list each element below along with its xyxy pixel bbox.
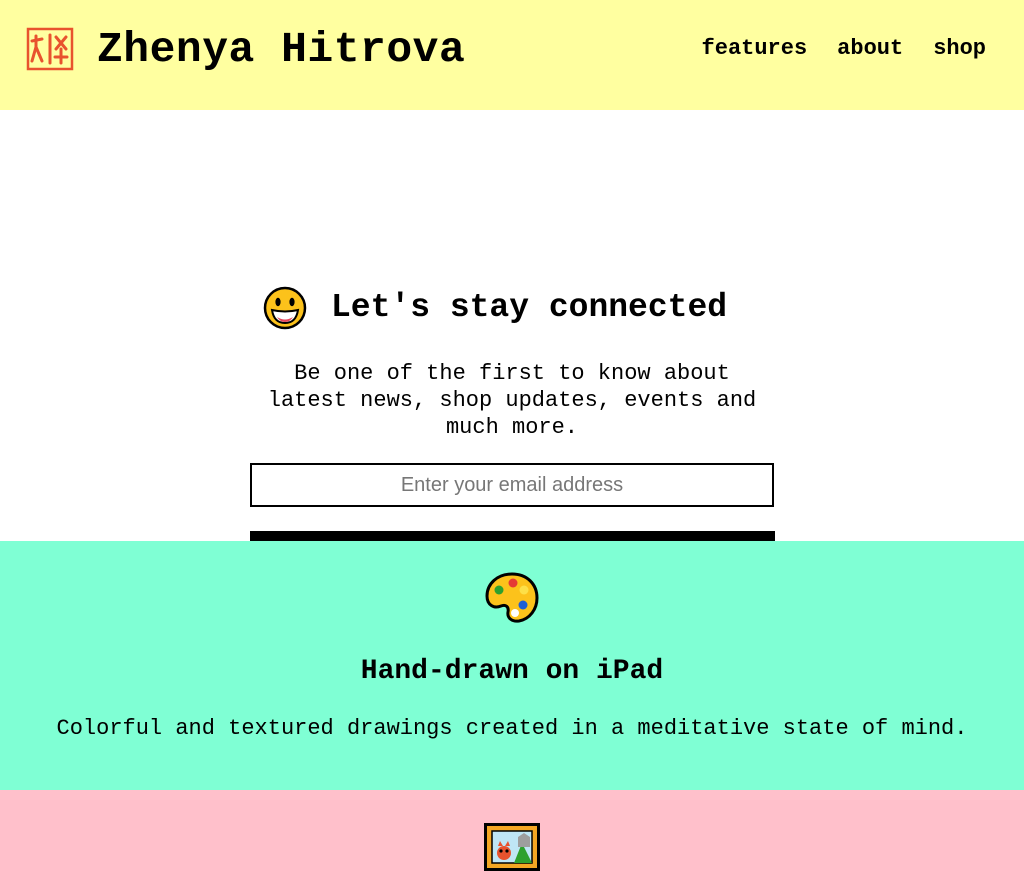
artist-palette-icon xyxy=(485,572,539,623)
feature-description: Colorful and textured drawings created i… xyxy=(56,716,968,741)
signup-title: Let's stay connected xyxy=(331,289,728,326)
newsletter-signup: Let's stay connected Be one of the first… xyxy=(0,110,1024,576)
site-title[interactable]: Zhenya Hitrova xyxy=(97,24,465,76)
email-input[interactable] xyxy=(250,463,774,507)
main-nav: features about shop xyxy=(702,36,986,61)
signup-description: Be one of the first to know about latest… xyxy=(267,361,757,440)
site-header: Zhenya Hitrova features about shop xyxy=(0,0,1024,110)
nav-shop[interactable]: shop xyxy=(933,36,986,61)
nav-about[interactable]: about xyxy=(837,36,903,61)
framed-picture-icon xyxy=(484,823,540,871)
grinning-face-icon xyxy=(263,286,307,330)
gallery-section xyxy=(0,790,1024,874)
logo-icon[interactable] xyxy=(26,27,74,71)
feature-title: Hand-drawn on iPad xyxy=(360,656,664,687)
nav-features[interactable]: features xyxy=(702,36,808,61)
feature-section: Hand-drawn on iPad Colorful and textured… xyxy=(0,541,1024,790)
